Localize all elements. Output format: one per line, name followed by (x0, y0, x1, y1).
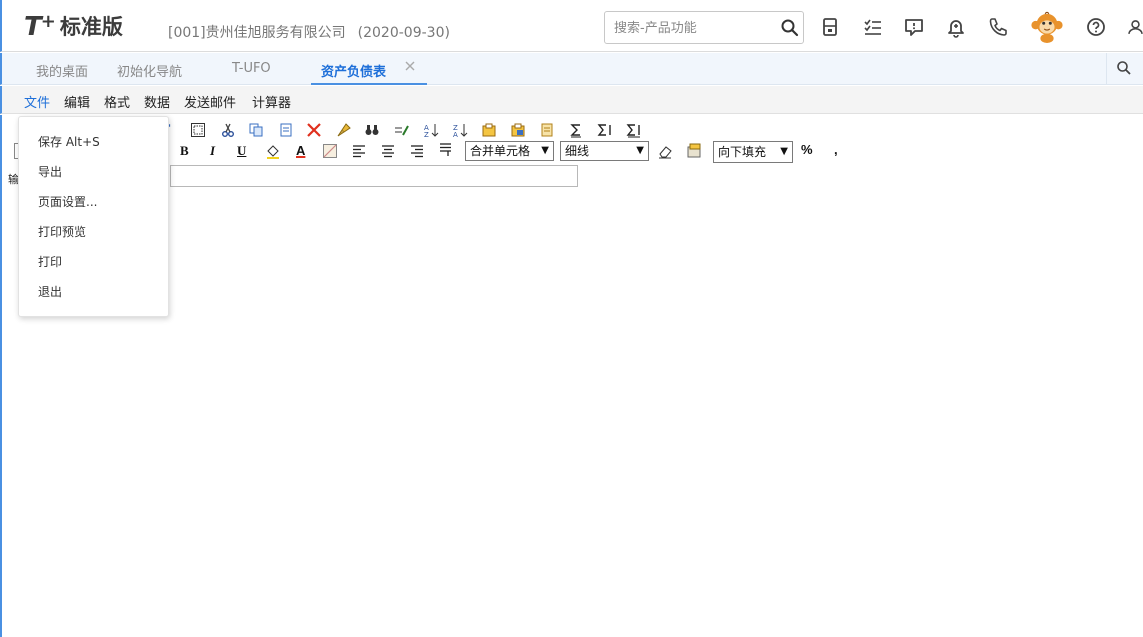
tab-label: 资产负债表 (321, 65, 387, 80)
bold-button[interactable]: B (180, 143, 189, 159)
company-name: [001]贵州佳旭服务有限公司 (168, 25, 346, 41)
menu-calculator[interactable]: 计算器 (252, 92, 291, 111)
cell-properties-icon[interactable] (686, 142, 702, 158)
tab-init-guide[interactable]: 初始化导航 (117, 61, 182, 85)
svg-text:Z: Z (424, 131, 429, 138)
merge-cells-select[interactable]: 合并单元格 ▼ (465, 141, 554, 161)
monkey-avatar-icon[interactable] (1029, 9, 1065, 45)
paste-special-icon[interactable] (278, 122, 294, 138)
report-workspace: AZ ZA B I U A 合并单元格 ▼ 细线 ▼ 向下填充 ▼ % , 输 (0, 115, 1143, 637)
border-pattern-icon[interactable] (322, 143, 338, 159)
row-sum-icon[interactable] (597, 122, 613, 138)
chevron-down-icon: ▼ (541, 145, 549, 156)
italic-button[interactable]: I (210, 143, 215, 159)
clipboard-icon[interactable] (539, 122, 555, 138)
line-style-select[interactable]: 细线 ▼ (560, 141, 649, 161)
svg-text:A: A (453, 131, 458, 138)
fill-direction-select[interactable]: 向下填充 ▼ (713, 141, 793, 163)
logo-t: T (24, 12, 42, 42)
menu-item-print[interactable]: 打印 (38, 253, 62, 270)
search-input[interactable] (614, 18, 774, 38)
notification-bell-icon[interactable] (942, 13, 970, 41)
wrap-text-icon[interactable] (438, 141, 454, 157)
logo-edition: 标准版 (59, 15, 123, 39)
align-right-icon[interactable] (409, 143, 425, 159)
logo-plus: + (40, 11, 56, 32)
menu-edit[interactable]: 编辑 (64, 92, 90, 111)
phone-icon[interactable] (984, 13, 1012, 41)
user-icon[interactable] (1123, 13, 1143, 41)
find-icon[interactable] (364, 122, 380, 138)
feature-search[interactable] (604, 11, 804, 44)
percent-button[interactable]: % (801, 142, 813, 157)
tab-label: 初始化导航 (117, 65, 183, 80)
help-icon[interactable] (1082, 13, 1110, 41)
sum-icon[interactable] (568, 122, 584, 138)
align-left-icon[interactable] (351, 143, 367, 159)
tab-t-ufo[interactable]: T-UFO (232, 61, 271, 85)
menu-item-page-setup[interactable]: 页面设置... (38, 193, 97, 210)
eraser-icon[interactable] (657, 143, 673, 159)
menu-bar: 文件 编辑 格式 数据 发送邮件 计算器 (0, 86, 1143, 114)
font-color-button[interactable]: A (296, 143, 305, 158)
close-tab-icon[interactable] (403, 58, 417, 72)
tab-label: 我的桌面 (36, 65, 89, 80)
insert-column-icon[interactable] (510, 122, 526, 138)
menu-format[interactable]: 格式 (104, 92, 130, 111)
menu-item-save[interactable]: 保存 Alt+S (38, 133, 100, 150)
tab-bar: 我的桌面 初始化导航 T-UFO 资产负债表 (0, 53, 1143, 85)
comma-button[interactable]: , (834, 142, 838, 157)
merge-select-value: 合并单元格 (470, 144, 531, 158)
app-window: T + 标准版 [001]贵州佳旭服务有限公司 (2020-09-30) 搜索-… (0, 0, 1143, 637)
delete-icon[interactable] (306, 122, 322, 138)
line-select-value: 细线 (565, 144, 590, 158)
chevron-down-icon: ▼ (636, 145, 644, 156)
product-logo: T + 标准版 (24, 11, 123, 43)
calculator-icon[interactable] (816, 13, 844, 41)
header-bar: T + 标准版 [001]贵州佳旭服务有限公司 (2020-09-30) (0, 0, 1143, 52)
format-brush-icon[interactable] (336, 122, 352, 138)
tab-my-desktop[interactable]: 我的桌面 (36, 61, 88, 85)
menu-item-export[interactable]: 导出 (38, 163, 62, 180)
menu-file[interactable]: 文件 (24, 92, 50, 111)
menu-data[interactable]: 数据 (144, 92, 170, 111)
menu-item-exit[interactable]: 退出 (38, 283, 62, 300)
fill-select-value: 向下填充 (718, 145, 767, 159)
select-all-icon[interactable] (190, 122, 206, 138)
replace-icon[interactable] (394, 122, 410, 138)
cut-icon[interactable] (220, 122, 236, 138)
insert-row-icon[interactable] (481, 122, 497, 138)
tab-divider (1106, 53, 1107, 84)
file-menu-dropdown: 保存 Alt+S 导出 页面设置... 打印预览 打印 退出 (18, 116, 169, 317)
account-date: (2020-09-30) (357, 25, 450, 41)
tab-label: T-UFO (232, 61, 271, 76)
company-info: [001]贵州佳旭服务有限公司 (2020-09-30) (168, 22, 450, 42)
menu-send-mail[interactable]: 发送邮件 (184, 92, 236, 111)
sort-ascending-icon[interactable]: AZ (423, 122, 439, 138)
task-list-icon[interactable] (859, 13, 887, 41)
search-icon[interactable] (780, 18, 800, 38)
align-center-icon[interactable] (380, 143, 396, 159)
sort-descending-icon[interactable]: ZA (452, 122, 468, 138)
copy-icon[interactable] (248, 122, 264, 138)
chevron-down-icon: ▼ (780, 146, 788, 157)
tab-balance-sheet[interactable]: 资产负债表 (311, 61, 427, 85)
column-sum-icon[interactable] (626, 122, 642, 138)
menu-item-print-preview[interactable]: 打印预览 (38, 223, 86, 240)
tab-search-icon[interactable] (1116, 60, 1132, 76)
fill-color-icon[interactable] (265, 143, 281, 159)
formula-input[interactable] (170, 165, 578, 187)
underline-button[interactable]: U (237, 143, 246, 159)
message-icon[interactable] (900, 13, 928, 41)
